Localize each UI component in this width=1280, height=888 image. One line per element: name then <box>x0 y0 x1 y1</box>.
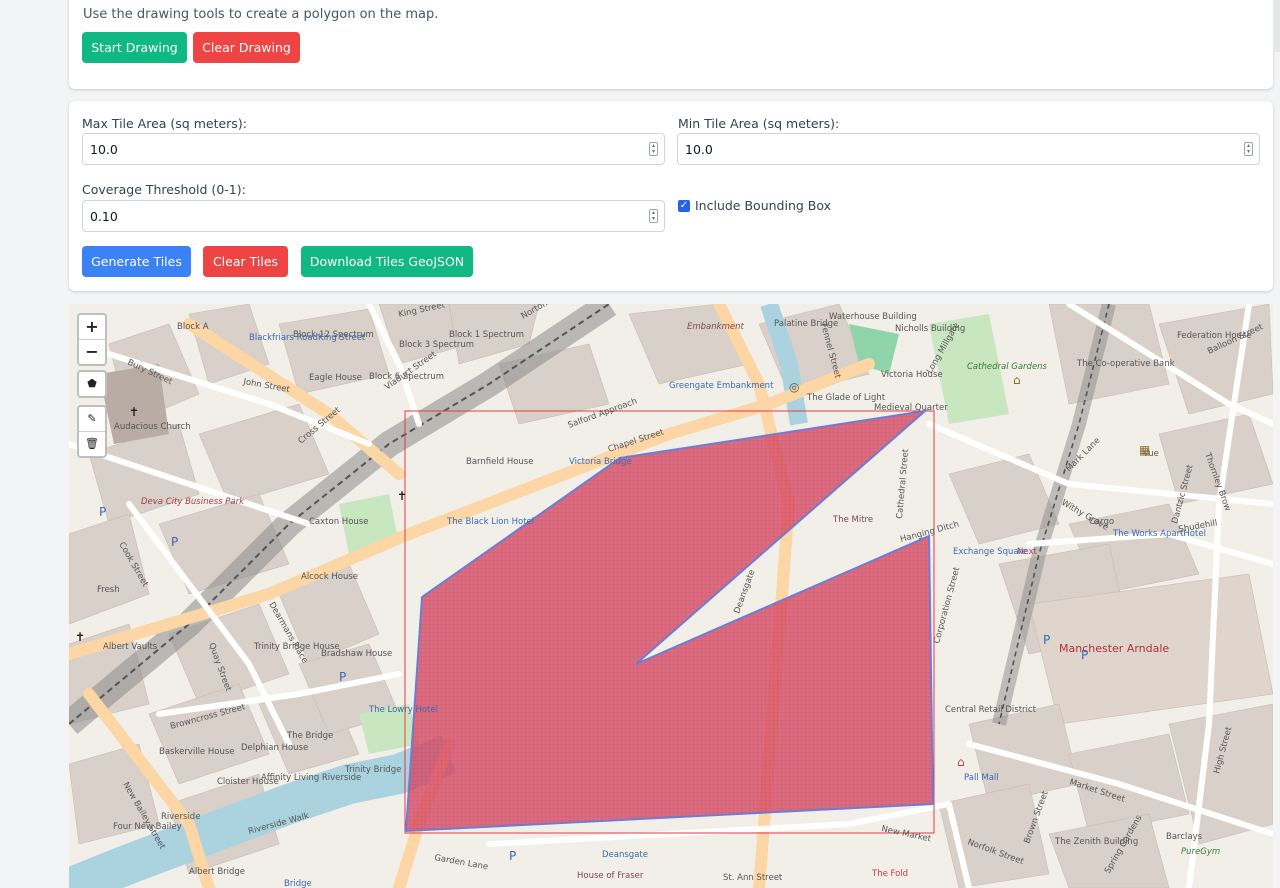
drawing-panel: Use the drawing tools to create a polygo… <box>69 0 1273 89</box>
museum-icon: ⌂ <box>1013 373 1021 387</box>
trash-icon[interactable]: 🗑 <box>79 431 105 456</box>
parking-icon: P <box>1043 633 1050 647</box>
alcock-house-label: Alcock House <box>301 572 358 582</box>
zoom-in-button[interactable]: + <box>79 315 105 339</box>
black-lion-label: The Black Lion Hotel <box>446 517 534 527</box>
parking-icon: P <box>339 670 346 684</box>
block-3-label: Block 3 Spectrum <box>399 340 474 350</box>
spinner-icon[interactable]: ▴ ▾ <box>649 142 658 156</box>
fresh-label: Fresh <box>97 585 120 595</box>
block-12-label: Block-12 Spectrum <box>293 330 374 340</box>
albert-vaults-label: Albert Vaults <box>103 642 158 652</box>
bridge-label: Bridge <box>284 879 312 888</box>
edit-toolbar: ✎ 🗑 <box>77 405 107 458</box>
cooperative-bank-label: The Co-operative Bank <box>1076 359 1175 369</box>
bank-icon: ⌂ <box>957 755 965 769</box>
start-drawing-button[interactable]: Start Drawing <box>82 32 187 63</box>
download-geojson-button[interactable]: Download Tiles GeoJSON <box>301 246 473 277</box>
parking-icon: P <box>1081 648 1088 662</box>
the-fold-label: The Fold <box>871 869 908 879</box>
clear-drawing-button[interactable]: Clear Drawing <box>193 32 300 63</box>
bradshaw-house-label: Bradshaw House <box>321 649 392 659</box>
the-bridge-label: The Bridge <box>286 731 333 741</box>
greengate-label: Greengate Embankment <box>669 381 774 391</box>
page-scrollbar[interactable] <box>1273 0 1280 52</box>
the-mitre-label: The Mitre <box>832 515 873 525</box>
pall-mall-label: Pall Mall <box>964 773 999 783</box>
min-tile-area-label: Min Tile Area (sq meters): <box>678 116 840 131</box>
embankment-label: Embankment <box>687 322 744 332</box>
manchester-arndale-label: Manchester Arndale <box>1059 642 1169 655</box>
drawing-instructions: Use the drawing tools to create a polygo… <box>83 7 439 22</box>
audacious-church-label: Audacious Church <box>114 422 191 432</box>
polygon-icon[interactable]: ⬟ <box>79 372 105 396</box>
spinner-icon[interactable]: ▴ ▾ <box>649 209 658 223</box>
coverage-threshold-input[interactable]: 0.10 ▴ ▾ <box>82 200 665 232</box>
zoom-out-button[interactable]: − <box>79 339 105 364</box>
victoria-bridge-label: Victoria Bridge <box>569 457 632 467</box>
coverage-threshold-value: 0.10 <box>90 208 118 224</box>
st-ann-street-label: St. Ann Street <box>723 873 783 883</box>
map-canvas[interactable]: King Street Norton St Palatine Bridge Em… <box>69 304 1273 888</box>
spinner-icon[interactable]: ▴ ▾ <box>1244 142 1253 156</box>
church-icon: ✝ <box>75 630 85 644</box>
medieval-quarter-label: Medieval Quarter <box>874 403 948 413</box>
church-icon: ✝ <box>129 405 139 419</box>
clear-tiles-button[interactable]: Clear Tiles <box>203 246 288 277</box>
draw-toolbar: ⬟ <box>77 370 107 398</box>
parking-icon: P <box>509 849 516 863</box>
include-bbox-label: Include Bounding Box <box>695 198 832 213</box>
barnfield-house-label: Barnfield House <box>466 457 533 467</box>
church-icon: ✝ <box>397 489 407 503</box>
exchange-square-label: Exchange Square <box>953 547 1027 557</box>
caxton-house-label: Caxton House <box>309 517 368 527</box>
cargo-label: Cargo <box>1089 517 1114 527</box>
max-tile-area-input[interactable]: 10.0 ▴ ▾ <box>82 133 665 165</box>
barclays-label: Barclays <box>1166 832 1203 842</box>
coverage-threshold-label: Coverage Threshold (0-1): <box>82 182 246 197</box>
tile-parameters-panel: Max Tile Area (sq meters): 10.0 ▴ ▾ Min T… <box>69 101 1273 291</box>
parking-icon: P <box>99 505 106 519</box>
include-bbox-checkbox[interactable]: ✓ <box>678 200 690 212</box>
eagle-house-label: Eagle House <box>309 373 362 383</box>
deva-city-label: Deva City Business Park <box>141 497 245 507</box>
deansgate-station-label: Deansgate <box>602 850 648 860</box>
baskerville-label: Baskerville House <box>159 747 235 757</box>
lowry-hotel-label: The Lowry Hotel <box>368 705 438 715</box>
waterhouse-label: Waterhouse Building <box>829 312 917 322</box>
puregym-label: PureGym <box>1181 847 1220 857</box>
zoom-control: + − <box>77 313 107 366</box>
riverside-label: Riverside <box>161 812 200 822</box>
albert-bridge-label: Albert Bridge <box>189 867 245 877</box>
edit-icon[interactable]: ✎ <box>79 407 105 431</box>
monument-icon: ◎ <box>789 380 799 394</box>
max-tile-area-label: Max Tile Area (sq meters): <box>82 116 247 131</box>
trinity-bridge-label: Trinity Bridge <box>344 765 401 775</box>
glade-of-light-label: The Glade of Light <box>806 393 886 403</box>
block-a-label: Block A <box>177 322 209 332</box>
cathedral-gardens-label: Cathedral Gardens <box>967 362 1048 372</box>
map-view[interactable]: King Street Norton St Palatine Bridge Em… <box>69 304 1273 888</box>
delphian-label: Delphian House <box>241 743 308 753</box>
min-tile-area-input[interactable]: 10.0 ▴ ▾ <box>677 133 1260 165</box>
max-tile-area-value: 10.0 <box>90 141 118 157</box>
block-1-label: Block 1 Spectrum <box>449 330 524 340</box>
min-tile-area-value: 10.0 <box>685 141 713 157</box>
central-retail-label: Central Retail District <box>945 705 1037 715</box>
parking-icon: P <box>171 535 178 549</box>
house-of-fraser-label: House of Fraser <box>577 871 644 881</box>
generate-tiles-button[interactable]: Generate Tiles <box>82 246 191 277</box>
cinema-icon: ▦ <box>1139 443 1150 457</box>
